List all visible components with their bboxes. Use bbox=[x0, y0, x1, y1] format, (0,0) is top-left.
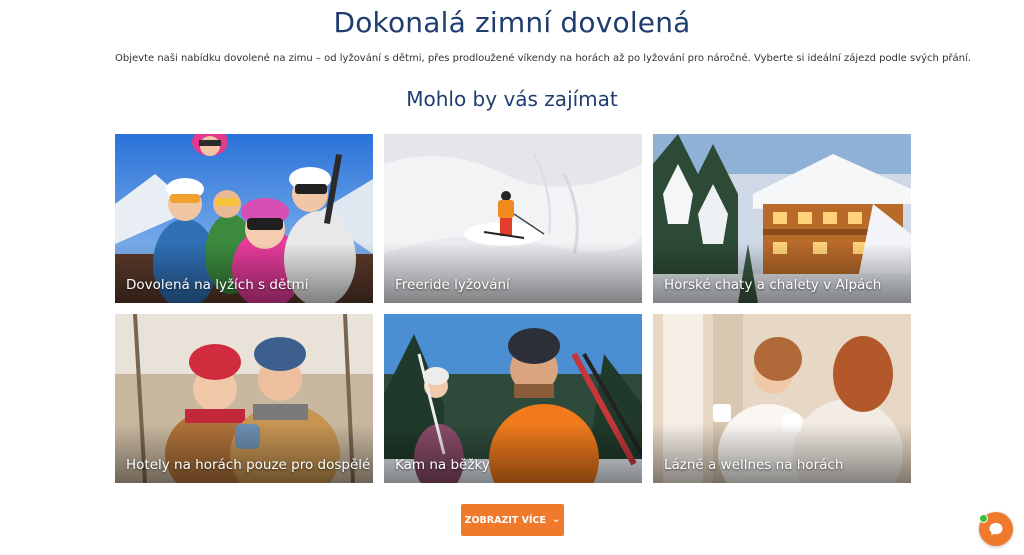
card-label: Hotely na horách pouze pro dospělé bbox=[126, 457, 371, 473]
card-freeride[interactable]: Freeride lyžování bbox=[384, 134, 642, 303]
card-adults-hotels[interactable]: Hotely na horách pouze pro dospělé bbox=[115, 314, 373, 483]
offer-grid: Dovolená na lyžích s dětmi Freeride lyžo… bbox=[115, 134, 911, 484]
card-label: Freeride lyžování bbox=[395, 277, 510, 293]
chat-bubble-icon bbox=[989, 523, 1003, 536]
card-cross-country[interactable]: Kam na běžky bbox=[384, 314, 642, 483]
online-indicator bbox=[979, 514, 988, 523]
chevron-down-icon: ⌄ bbox=[552, 514, 561, 525]
section-title: Mohlo by vás zajímat bbox=[406, 87, 618, 111]
card-label: Horské chaty a chalety v Alpách bbox=[664, 277, 882, 293]
chat-button[interactable] bbox=[979, 512, 1013, 546]
show-more-button[interactable]: ZOBRAZIT VÍCE ⌄ bbox=[461, 504, 564, 536]
page-title: Dokonalá zimní dovolená bbox=[333, 6, 691, 39]
card-spa-wellness[interactable]: Lázně a wellnes na horách bbox=[653, 314, 911, 483]
card-alpine-chalets[interactable]: Horské chaty a chalety v Alpách bbox=[653, 134, 911, 303]
intro-text: Objevte naši nabídku dovolené na zimu – … bbox=[115, 53, 971, 64]
card-label: Dovolená na lyžích s dětmi bbox=[126, 277, 309, 293]
card-label: Kam na běžky bbox=[395, 457, 490, 473]
show-more-label: ZOBRAZIT VÍCE bbox=[464, 514, 547, 526]
card-family-skiing[interactable]: Dovolená na lyžích s dětmi bbox=[115, 134, 373, 303]
card-label: Lázně a wellnes na horách bbox=[664, 457, 844, 473]
